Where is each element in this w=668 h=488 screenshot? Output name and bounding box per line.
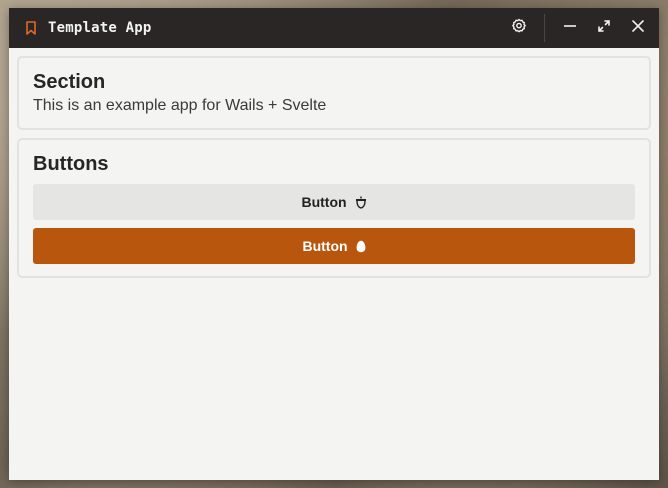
close-icon bbox=[631, 19, 645, 38]
primary-button[interactable]: Button bbox=[33, 228, 635, 264]
maximize-button[interactable] bbox=[587, 8, 621, 48]
app-window: Template App Section This is an example … bbox=[9, 8, 659, 480]
section-description: This is an example app for Wails + Svelt… bbox=[33, 97, 327, 114]
bookmark-icon bbox=[23, 20, 39, 36]
buttons-card: Buttons Button Button bbox=[17, 138, 651, 278]
acorn-icon bbox=[355, 196, 367, 209]
minimize-icon bbox=[563, 19, 577, 38]
minimize-button[interactable] bbox=[553, 8, 587, 48]
secondary-button-label: Button bbox=[301, 194, 347, 210]
close-button[interactable] bbox=[621, 8, 655, 48]
maximize-icon bbox=[597, 19, 611, 38]
egg-icon bbox=[356, 240, 366, 253]
settings-button[interactable] bbox=[502, 8, 536, 48]
settings-icon bbox=[511, 18, 527, 39]
section-heading: Section bbox=[33, 71, 106, 93]
secondary-button[interactable]: Button bbox=[33, 184, 635, 220]
primary-button-label: Button bbox=[302, 238, 348, 254]
titlebar-divider bbox=[544, 14, 545, 42]
section-card: Section This is an example app for Wails… bbox=[17, 56, 651, 130]
window-title: Template App bbox=[48, 20, 152, 36]
main-content: Section This is an example app for Wails… bbox=[9, 48, 659, 278]
title-bar[interactable]: Template App bbox=[9, 8, 659, 48]
buttons-heading: Buttons bbox=[33, 153, 109, 175]
